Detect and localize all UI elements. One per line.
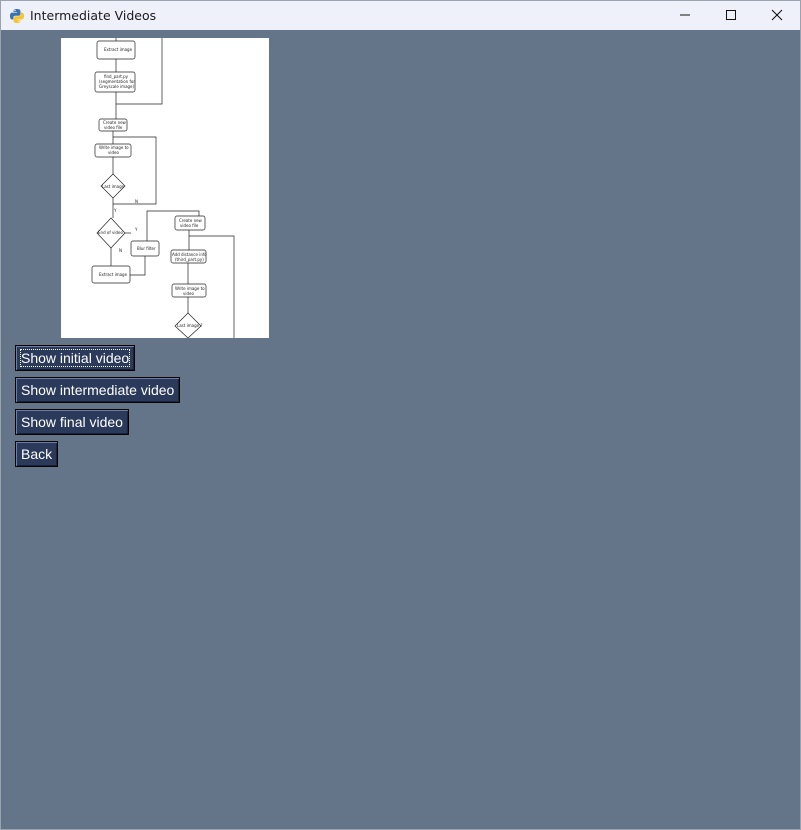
flow-label-n1: N — [135, 199, 138, 204]
flow-extract-image-top: Extract image — [104, 47, 133, 52]
flow-label-n2: N — [119, 248, 122, 253]
flowchart-image: Extract image find_part.py (segmentation… — [61, 38, 269, 338]
flow-create-video2-2: video file — [180, 223, 199, 228]
maximize-icon — [725, 6, 737, 25]
close-icon — [771, 6, 783, 25]
show-final-video-button[interactable]: Show final video — [15, 409, 129, 435]
flowchart-diagram: Extract image find_part.py (segmentation… — [91, 38, 235, 338]
flow-create-video-2: video file — [104, 125, 123, 130]
show-initial-video-button[interactable]: Show initial video — [15, 345, 136, 371]
close-button[interactable] — [754, 1, 800, 30]
show-intermediate-video-label: Show intermediate video — [21, 382, 175, 398]
show-initial-video-label: Show initial video — [19, 349, 131, 367]
flow-label-y2: Y — [134, 227, 138, 232]
minimize-button[interactable] — [662, 1, 708, 30]
minimize-icon — [679, 6, 691, 25]
show-final-video-label: Show final video — [21, 414, 123, 430]
flow-label-y1: Y — [113, 208, 117, 213]
flow-last-image: Last image — [102, 184, 125, 189]
window-title: Intermediate Videos — [30, 8, 157, 23]
show-intermediate-video-button[interactable]: Show intermediate video — [15, 377, 181, 403]
flow-write-image2-2: video — [183, 291, 194, 296]
title-bar[interactable]: Intermediate Videos — [1, 1, 800, 30]
flow-add-distance-2: (third_part.py) — [175, 257, 204, 262]
flow-end-of-video: End of video — [98, 230, 123, 235]
flow-find-part-3: Greyscale image) — [99, 84, 135, 89]
main-content: Extract image find_part.py (segmentation… — [1, 30, 800, 829]
app-window: Intermediate Videos Extract image find_p… — [0, 0, 801, 830]
maximize-button[interactable] — [708, 1, 754, 30]
flow-extract-image-bottom: Extract image — [99, 272, 128, 277]
flow-write-image-2: video — [108, 150, 119, 155]
window-controls — [662, 1, 800, 30]
back-label: Back — [21, 446, 53, 462]
python-logo-icon — [9, 8, 25, 24]
back-button[interactable]: Back — [15, 441, 59, 467]
flow-last-image2: Last image ? — [177, 323, 202, 328]
flow-blur-filter: Blur filter — [137, 246, 156, 251]
